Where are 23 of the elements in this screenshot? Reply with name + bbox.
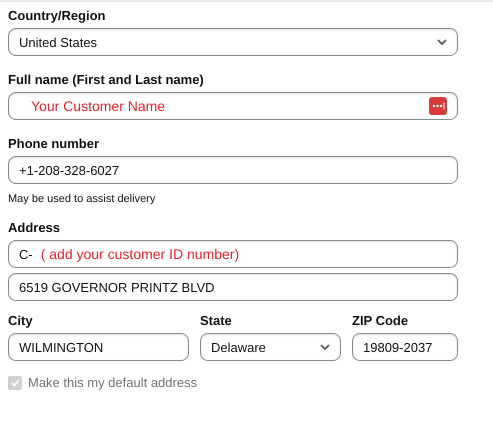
field-label: Country/Region bbox=[8, 8, 106, 24]
chevron-down-icon bbox=[320, 344, 330, 350]
hint-text: May be used to assist delivery bbox=[8, 192, 156, 206]
checkbox-label: Make this my default address bbox=[28, 375, 198, 390]
field-label: City bbox=[8, 313, 34, 329]
zip-field[interactable]: 19809-2037 bbox=[352, 333, 458, 361]
annotation-text: Your Customer Name bbox=[31, 98, 166, 114]
field-label: Address bbox=[8, 220, 62, 236]
field-label: Phone number bbox=[8, 136, 100, 152]
password-manager-icon[interactable] bbox=[429, 97, 447, 115]
address-line-field[interactable]: 6519 GOVERNOR PRINTZ BLVD bbox=[8, 273, 458, 301]
field-label: State bbox=[200, 313, 233, 329]
address-line-field[interactable]: C- ( add your customer ID number) bbox=[8, 240, 458, 268]
field-label: Full name (First and Last name) bbox=[8, 72, 205, 88]
check-icon bbox=[10, 378, 20, 386]
country-dropdown[interactable]: United States bbox=[8, 28, 458, 56]
phone-field[interactable]: +1-208-328-6027 bbox=[8, 156, 458, 184]
city-field[interactable]: WILMINGTON bbox=[8, 333, 189, 361]
state-dropdown[interactable]: Delaware bbox=[200, 333, 341, 361]
name-field[interactable]: Your Customer Name bbox=[8, 92, 458, 120]
chevron-down-icon bbox=[437, 38, 447, 46]
field-label: ZIP Code bbox=[352, 313, 410, 329]
annotation-text: ( add your customer ID number) bbox=[40, 246, 240, 262]
